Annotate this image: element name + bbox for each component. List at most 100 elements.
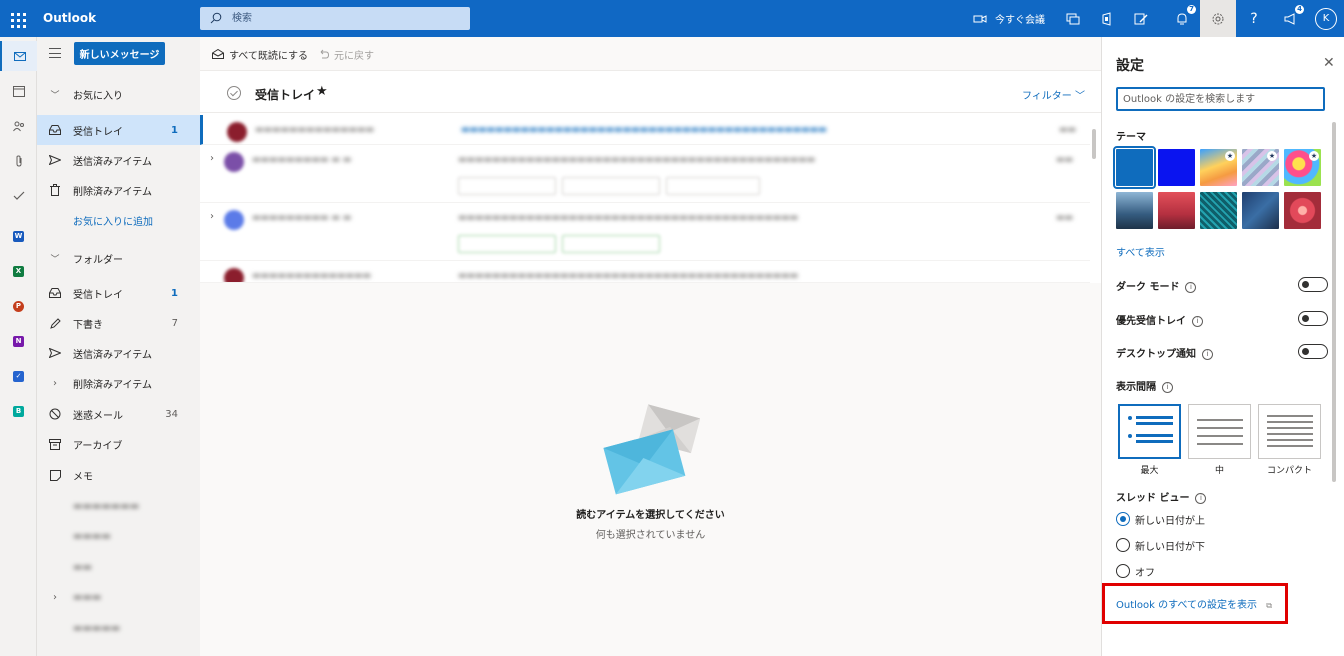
new-message-button[interactable]: 新しいメッセージ [74, 42, 165, 65]
favorites-header[interactable]: ﹀ お気に入り [37, 79, 200, 109]
search-box[interactable] [200, 7, 470, 30]
message-row[interactable]: › ▬▬▬▬▬▬▬▬▬ ▬ ▬ ▬▬▬▬▬▬▬▬▬▬▬▬▬▬▬▬▬▬▬▬▬▬▬▬… [200, 203, 1090, 261]
app-title[interactable]: Outlook [43, 11, 96, 25]
meet-now-button[interactable]: 今すぐ会議 [964, 0, 1054, 37]
favorite-inbox[interactable]: 受信トレイ 1 [37, 115, 200, 145]
folder-drafts[interactable]: 下書き 7 [37, 308, 200, 338]
rail-todo-app[interactable]: ✓ [0, 361, 37, 391]
scrollbar-thumb[interactable] [1092, 129, 1096, 159]
chevron-right-icon[interactable]: › [210, 211, 214, 222]
notifications-button[interactable]: 7 [1164, 0, 1200, 37]
density-medium[interactable] [1188, 404, 1251, 459]
attachment-chip[interactable] [458, 235, 556, 253]
office-button[interactable] [1092, 0, 1122, 37]
view-all-themes-link[interactable]: すべて表示 [1116, 244, 1165, 259]
radio-newest-on-bottom[interactable]: 新しい日付が下 [1116, 536, 1205, 554]
settings-search-input[interactable] [1116, 87, 1325, 111]
message-list-scrollbar[interactable] [1091, 115, 1097, 283]
close-icon[interactable]: ✕ [1323, 55, 1335, 71]
folder-redacted[interactable]: ▬▬▬▬▬▬▬ [37, 491, 200, 521]
select-all-checkbox[interactable] [227, 86, 241, 100]
folder-inbox[interactable]: 受信トレイ 1 [37, 278, 200, 308]
undo-button[interactable]: 元に戻す [318, 37, 374, 71]
rail-bookings[interactable]: B [0, 396, 37, 426]
settings-scrollbar[interactable] [1332, 122, 1337, 622]
folder-notes[interactable]: メモ [37, 460, 200, 490]
my-day-button[interactable] [1126, 0, 1156, 37]
settings-button[interactable] [1200, 0, 1236, 37]
folder-deleted[interactable]: › 削除済みアイテム [37, 368, 200, 398]
rail-powerpoint[interactable]: P [0, 291, 37, 321]
favorite-sent[interactable]: 送信済みアイテム [37, 145, 200, 175]
rail-files[interactable] [0, 146, 37, 176]
rail-excel[interactable]: X [0, 256, 37, 286]
theme-lights[interactable] [1284, 192, 1321, 229]
help-button[interactable]: ? [1236, 0, 1272, 37]
chevron-right-icon[interactable]: › [210, 153, 214, 164]
attachment-chip[interactable] [458, 177, 556, 195]
info-icon[interactable]: i [1202, 348, 1213, 360]
rail-people[interactable] [0, 111, 37, 141]
hamburger-icon[interactable] [49, 48, 61, 58]
message-row[interactable]: › ▬▬▬▬▬▬▬▬▬ ▬ ▬ ▬▬▬▬▬▬▬▬▬▬▬▬▬▬▬▬▬▬▬▬▬▬▬▬… [200, 145, 1090, 203]
folder-redacted[interactable]: ▬▬▬▬ [37, 521, 200, 551]
radio-newest-on-top-label: 新しい日付が上 [1135, 515, 1205, 527]
radio-button[interactable] [1116, 512, 1130, 526]
add-favorite-link[interactable]: お気に入りに追加 [37, 205, 200, 235]
density-compact[interactable] [1258, 404, 1321, 459]
reading-pane: 読むアイテムを選択してください 何も選択されていません [200, 283, 1101, 656]
folder-sent-label: 送信済みアイテム [73, 349, 152, 361]
attachment-chip[interactable] [562, 235, 660, 253]
dark-mode-toggle[interactable] [1298, 277, 1328, 292]
info-icon[interactable]: i [1195, 492, 1207, 504]
radio-button[interactable] [1116, 564, 1130, 578]
view-all-settings-link[interactable]: Outlook のすべての設定を表示 ⧉ [1116, 596, 1272, 611]
info-icon[interactable]: i [1162, 381, 1173, 393]
filter-button[interactable]: フィルター ﹀ [1022, 87, 1085, 102]
folder-archive[interactable]: アーカイブ [37, 429, 200, 459]
chevron-right-icon[interactable]: › [37, 378, 73, 389]
theme-palms[interactable] [1158, 192, 1195, 229]
scrollbar-thumb[interactable] [1332, 122, 1336, 482]
star-icon[interactable]: ★ [316, 84, 328, 99]
whats-new-button[interactable]: 4 [1272, 0, 1308, 37]
folder-redacted[interactable]: ▬▬ [37, 552, 200, 582]
message-row[interactable]: ▬▬▬▬▬▬▬▬▬▬▬▬▬▬ ▬▬▬▬▬▬▬▬▬▬▬▬▬▬▬▬▬▬▬▬▬▬▬▬▬… [200, 261, 1090, 283]
theme-space[interactable] [1242, 192, 1279, 229]
radio-off[interactable]: オフ [1116, 562, 1155, 580]
rail-mail[interactable] [0, 41, 37, 71]
theme-mountain[interactable] [1116, 192, 1153, 229]
message-row[interactable]: ▬▬▬▬▬▬▬▬▬▬▬▬▬▬ ▬▬▬▬▬▬▬▬▬▬▬▬▬▬▬▬▬▬▬▬▬▬▬▬▬… [200, 115, 1090, 145]
rail-onenote[interactable]: N [0, 326, 37, 356]
favorite-deleted[interactable]: 削除済みアイテム [37, 175, 200, 205]
folder-sent[interactable]: 送信済みアイテム [37, 338, 200, 368]
teams-chat-button[interactable] [1058, 0, 1088, 37]
theme-blue[interactable] [1113, 146, 1156, 189]
rail-word[interactable]: W [0, 221, 37, 251]
search-input[interactable] [232, 10, 452, 27]
folder-redacted[interactable]: › ▬▬▬ [37, 582, 200, 612]
radio-newest-on-top[interactable]: 新しい日付が上 [1116, 510, 1205, 528]
folders-header[interactable]: ﹀ フォルダー [37, 243, 200, 273]
attachment-chip[interactable] [562, 177, 660, 195]
desktop-notifications-toggle[interactable] [1298, 344, 1328, 359]
folder-redacted[interactable]: ▬▬▬▬▬ [37, 613, 200, 643]
account-button[interactable]: K [1308, 0, 1344, 37]
theme-dark-blue[interactable] [1158, 149, 1195, 186]
folder-junk[interactable]: 迷惑メール 34 [37, 399, 200, 429]
theme-flowers[interactable]: ★ [1284, 149, 1321, 186]
attachment-chip[interactable] [666, 177, 760, 195]
density-full[interactable] [1118, 404, 1181, 459]
theme-rainbow[interactable]: ★ [1200, 149, 1237, 186]
radio-button[interactable] [1116, 538, 1130, 552]
info-icon[interactable]: i [1192, 315, 1203, 327]
info-icon[interactable]: i [1185, 281, 1197, 293]
app-launcher-icon[interactable] [8, 8, 30, 30]
theme-circuit[interactable] [1200, 192, 1237, 229]
theme-waves[interactable]: ★ [1242, 149, 1279, 186]
rail-todo[interactable] [0, 181, 37, 211]
onenote-icon: N [13, 335, 24, 347]
mark-all-read-button[interactable]: すべて既読にする [212, 37, 308, 71]
rail-calendar[interactable] [0, 76, 37, 106]
focused-inbox-toggle[interactable] [1298, 311, 1328, 326]
